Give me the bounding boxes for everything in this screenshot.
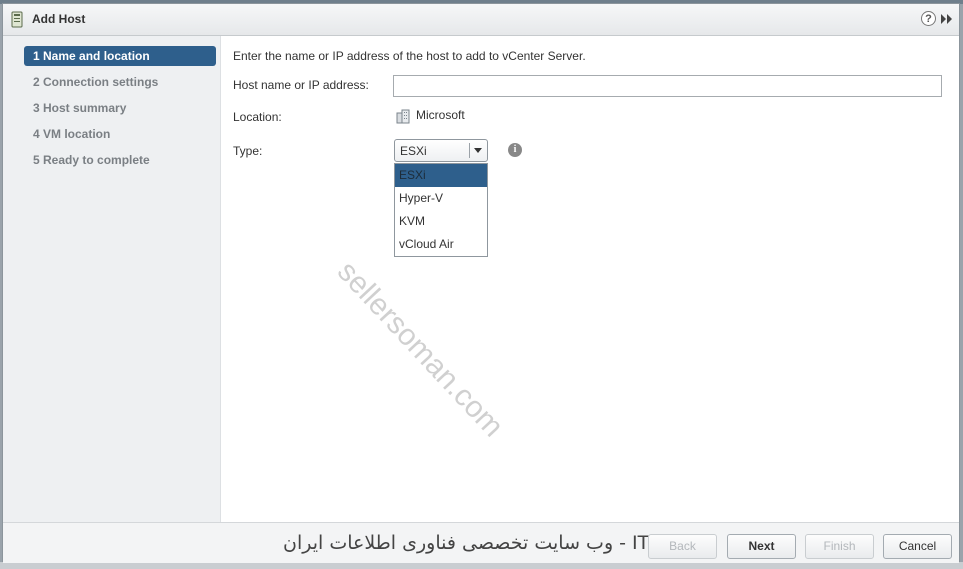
host-name-label: Host name or IP address: bbox=[233, 78, 369, 92]
footer-banner: وب سایت تخصصی فناوری اطلاعات ایران - ITP… bbox=[283, 532, 698, 554]
dialog-footer: وب سایت تخصصی فناوری اطلاعات ایران - ITP… bbox=[3, 522, 959, 563]
type-option-vcloud-air[interactable]: vCloud Air bbox=[395, 233, 487, 256]
cancel-button[interactable]: Cancel bbox=[883, 534, 952, 559]
finish-button[interactable]: Finish bbox=[805, 534, 874, 559]
chevron-down-icon[interactable] bbox=[474, 148, 482, 153]
step-vm-location: 4 VM location bbox=[33, 127, 111, 141]
dialog-titlebar: Add Host ? bbox=[3, 4, 959, 36]
type-dropdown-list: ESXi Hyper-V KVM vCloud Air bbox=[394, 163, 488, 257]
info-icon[interactable]: i bbox=[508, 143, 522, 157]
type-select[interactable]: ESXi bbox=[394, 139, 488, 162]
step-connection-settings: 2 Connection settings bbox=[33, 75, 159, 89]
help-icon[interactable]: ? bbox=[921, 11, 936, 26]
back-button[interactable]: Back bbox=[648, 534, 717, 559]
host-icon bbox=[11, 11, 23, 28]
step-host-summary: 3 Host summary bbox=[33, 101, 127, 115]
type-option-esxi[interactable]: ESXi bbox=[395, 164, 487, 187]
background-window-strip-bottom bbox=[0, 562, 963, 569]
type-option-hyper-v[interactable]: Hyper-V bbox=[395, 187, 487, 210]
double-chevron-right-icon[interactable] bbox=[940, 12, 954, 26]
location-label: Location: bbox=[233, 110, 282, 124]
select-divider bbox=[469, 143, 470, 158]
type-selected-value: ESXi bbox=[400, 144, 427, 158]
step-ready-to-complete: 5 Ready to complete bbox=[33, 153, 150, 167]
type-option-kvm[interactable]: KVM bbox=[395, 210, 487, 233]
datacenter-icon bbox=[396, 109, 410, 124]
wizard-steps-sidebar: 1 Name and location 2 Connection setting… bbox=[3, 36, 221, 522]
host-name-input[interactable] bbox=[393, 75, 942, 97]
location-value: Microsoft bbox=[416, 108, 465, 122]
step-name-and-location[interactable]: 1 Name and location bbox=[24, 46, 216, 66]
next-button[interactable]: Next bbox=[727, 534, 796, 559]
dialog-title: Add Host bbox=[32, 12, 86, 26]
type-label: Type: bbox=[233, 144, 263, 158]
add-host-dialog: Add Host ? 1 Name and location 2 Connect… bbox=[2, 3, 960, 563]
instruction-text: Enter the name or IP address of the host… bbox=[233, 49, 586, 63]
